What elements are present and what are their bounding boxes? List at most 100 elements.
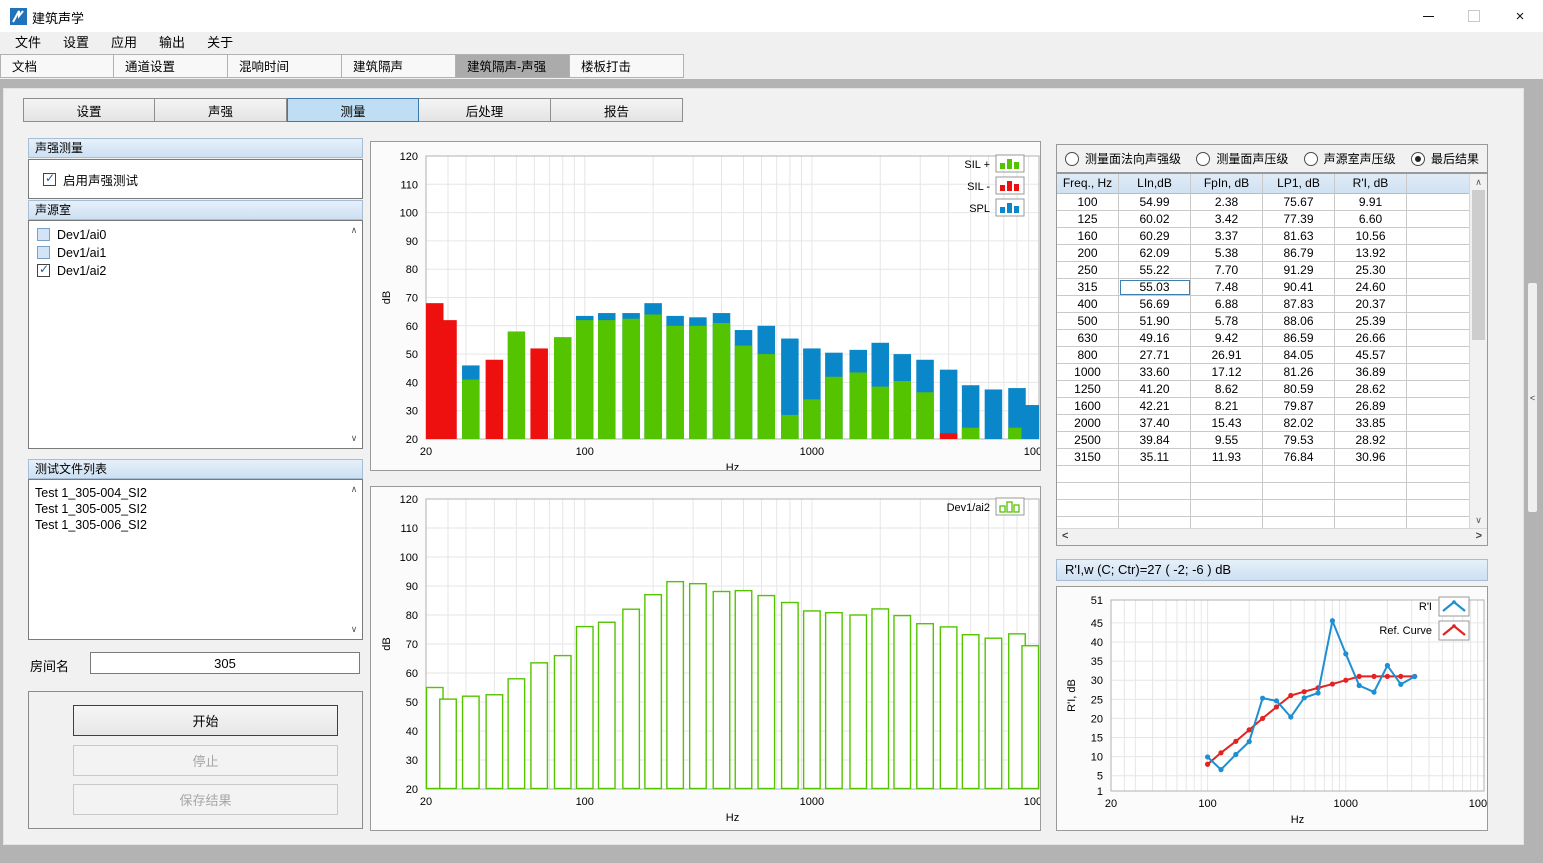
table-cell[interactable] — [1191, 500, 1263, 517]
result-radio-2[interactable]: 声源室声压级 — [1304, 150, 1396, 167]
table-cell[interactable] — [1407, 415, 1470, 432]
table-cell[interactable]: 41.20 — [1119, 381, 1191, 398]
table-cell[interactable]: 250 — [1057, 262, 1119, 279]
table-cell[interactable]: 49.16 — [1119, 330, 1191, 347]
table-cell[interactable]: 56.69 — [1119, 296, 1191, 313]
table-cell[interactable]: 9.55 — [1191, 432, 1263, 449]
table-cell[interactable]: 400 — [1057, 296, 1119, 313]
table-cell[interactable]: 6.60 — [1335, 211, 1407, 228]
scroll-down-icon[interactable]: ∨ — [348, 624, 360, 635]
table-cell[interactable]: 86.79 — [1263, 245, 1335, 262]
table-cell[interactable] — [1407, 279, 1470, 296]
test-file-item-1[interactable]: Test 1_305-005_SI2 — [29, 501, 362, 517]
scroll-up-icon[interactable]: ∧ — [348, 484, 360, 495]
table-cell[interactable]: 1600 — [1057, 398, 1119, 415]
table-cell[interactable]: 79.87 — [1263, 398, 1335, 415]
table-cell[interactable]: 60.02 — [1119, 211, 1191, 228]
table-cell[interactable] — [1335, 466, 1407, 483]
channel-checkbox[interactable] — [37, 246, 50, 259]
table-cell[interactable] — [1335, 483, 1407, 500]
room-name-input[interactable] — [90, 652, 360, 674]
table-cell[interactable] — [1263, 500, 1335, 517]
table-cell[interactable]: 160 — [1057, 228, 1119, 245]
table-cell[interactable] — [1407, 296, 1470, 313]
table-cell[interactable]: 37.40 — [1119, 415, 1191, 432]
main-tab-2[interactable]: 混响时间 — [228, 54, 342, 78]
table-cell[interactable]: 81.26 — [1263, 364, 1335, 381]
table-cell[interactable] — [1407, 466, 1470, 483]
table-cell[interactable]: 11.93 — [1191, 449, 1263, 466]
table-cell[interactable]: 1000 — [1057, 364, 1119, 381]
table-cell[interactable]: 2500 — [1057, 432, 1119, 449]
table-cell[interactable]: 26.91 — [1191, 347, 1263, 364]
menu-item-4[interactable]: 关于 — [196, 32, 244, 54]
main-tab-4[interactable]: 建筑隔声-声强 — [456, 54, 570, 78]
table-cell[interactable]: 91.29 — [1263, 262, 1335, 279]
table-cell[interactable] — [1407, 381, 1470, 398]
table-cell[interactable] — [1407, 432, 1470, 449]
table-cell[interactable]: 36.89 — [1335, 364, 1407, 381]
table-cell[interactable]: 17.12 — [1191, 364, 1263, 381]
table-cell[interactable]: 28.62 — [1335, 381, 1407, 398]
table-cell[interactable]: 90.41 — [1263, 279, 1335, 296]
table-cell[interactable]: 76.84 — [1263, 449, 1335, 466]
table-cell[interactable]: 45.57 — [1335, 347, 1407, 364]
table-cell[interactable] — [1407, 330, 1470, 347]
channel-item-1[interactable]: Dev1/ai1 — [31, 244, 362, 261]
table-cell[interactable] — [1191, 466, 1263, 483]
table-cell[interactable]: 28.92 — [1335, 432, 1407, 449]
save-results-button[interactable]: 保存结果 — [73, 784, 338, 815]
main-tab-0[interactable]: 文档 — [0, 54, 114, 78]
table-cell[interactable]: 51.90 — [1119, 313, 1191, 330]
table-cell[interactable] — [1407, 313, 1470, 330]
table-cell[interactable] — [1191, 483, 1263, 500]
table-cell[interactable] — [1335, 500, 1407, 517]
table-cell[interactable]: 86.59 — [1263, 330, 1335, 347]
table-cell[interactable]: 81.63 — [1263, 228, 1335, 245]
collapse-handle[interactable]: < — [1528, 283, 1537, 512]
table-cell[interactable]: 6.88 — [1191, 296, 1263, 313]
table-cell[interactable]: 60.29 — [1119, 228, 1191, 245]
table-vscrollbar[interactable]: ∧ ∨ — [1469, 174, 1487, 529]
table-cell[interactable]: 7.48 — [1191, 279, 1263, 296]
table-cell[interactable]: 2000 — [1057, 415, 1119, 432]
table-cell[interactable]: 33.60 — [1119, 364, 1191, 381]
table-hscrollbar[interactable]: < > — [1057, 528, 1487, 545]
table-cell[interactable]: 62.09 — [1119, 245, 1191, 262]
table-cell[interactable] — [1407, 347, 1470, 364]
radio-icon[interactable] — [1304, 152, 1318, 166]
table-cell[interactable]: 75.67 — [1263, 194, 1335, 211]
test-file-item-2[interactable]: Test 1_305-006_SI2 — [29, 517, 362, 533]
table-cell[interactable] — [1407, 211, 1470, 228]
table-cell[interactable]: 55.22 — [1119, 262, 1191, 279]
table-cell[interactable]: 82.02 — [1263, 415, 1335, 432]
table-cell[interactable]: 55.03 — [1119, 279, 1191, 296]
table-cell[interactable]: 80.59 — [1263, 381, 1335, 398]
table-cell[interactable]: 8.62 — [1191, 381, 1263, 398]
table-cell[interactable]: 27.71 — [1119, 347, 1191, 364]
table-cell[interactable]: 1250 — [1057, 381, 1119, 398]
table-cell[interactable]: 8.21 — [1191, 398, 1263, 415]
table-cell[interactable] — [1057, 483, 1119, 500]
table-cell[interactable] — [1057, 466, 1119, 483]
table-cell[interactable] — [1119, 500, 1191, 517]
scroll-down-icon[interactable]: ∨ — [348, 433, 360, 444]
table-cell[interactable] — [1407, 245, 1470, 262]
table-cell[interactable] — [1407, 262, 1470, 279]
menu-item-0[interactable]: 文件 — [4, 32, 52, 54]
table-cell[interactable] — [1263, 483, 1335, 500]
table-cell[interactable]: 26.66 — [1335, 330, 1407, 347]
table-cell[interactable]: 25.39 — [1335, 313, 1407, 330]
table-cell[interactable]: 500 — [1057, 313, 1119, 330]
table-cell[interactable]: 5.38 — [1191, 245, 1263, 262]
table-cell[interactable] — [1407, 500, 1470, 517]
table-cell[interactable]: 42.21 — [1119, 398, 1191, 415]
minimize-button[interactable] — [1405, 0, 1451, 32]
main-tab-5[interactable]: 楼板打击 — [570, 54, 684, 78]
table-cell[interactable]: 9.91 — [1335, 194, 1407, 211]
table-cell[interactable]: 26.89 — [1335, 398, 1407, 415]
table-cell[interactable]: 200 — [1057, 245, 1119, 262]
table-cell[interactable] — [1407, 194, 1470, 211]
menu-item-3[interactable]: 输出 — [148, 32, 196, 54]
table-cell[interactable]: 84.05 — [1263, 347, 1335, 364]
